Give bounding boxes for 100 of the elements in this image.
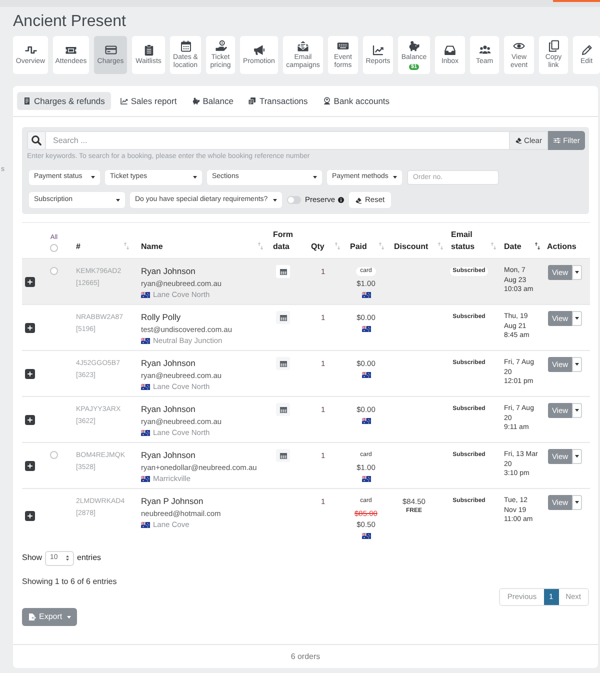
line-chart-icon	[120, 97, 128, 105]
column-header[interactable]: Name	[141, 240, 163, 252]
caret-icon	[575, 501, 579, 504]
column-header[interactable]: Qty	[311, 240, 324, 252]
pencil-icon	[580, 44, 592, 56]
updown-arrows-icon	[66, 555, 70, 561]
flag-icon	[362, 326, 370, 332]
flag-icon	[362, 292, 370, 298]
caret-icon	[313, 176, 317, 179]
select-all-radio[interactable]	[50, 244, 58, 252]
column-header[interactable]: Discount	[394, 240, 428, 252]
form-data-button[interactable]	[276, 357, 290, 370]
expand-button[interactable]	[25, 276, 35, 286]
form-data-button[interactable]	[276, 403, 290, 416]
table-icon	[280, 268, 286, 274]
envelope-icon	[297, 40, 309, 52]
megaphone-icon	[253, 44, 265, 56]
caret-icon	[116, 198, 120, 202]
column-header: Form data	[273, 229, 294, 252]
expand-button[interactable]	[25, 510, 35, 520]
form-data-button[interactable]	[276, 449, 290, 462]
expand-button[interactable]	[25, 414, 35, 424]
credit-card-icon	[104, 44, 116, 56]
toggle-switch[interactable]	[287, 196, 301, 204]
tab[interactable]: Charges & refunds	[17, 92, 111, 110]
expand-button[interactable]	[25, 322, 35, 332]
dropdown-toggle[interactable]	[572, 449, 582, 464]
eraser-icon	[515, 137, 522, 144]
attendee-name: Ryan Johnson	[141, 266, 196, 278]
page-title: Ancient Present	[13, 12, 126, 32]
plus-icon	[27, 370, 33, 376]
plus-icon	[27, 462, 33, 468]
export-button[interactable]: Export	[22, 608, 77, 626]
caret-icon	[91, 176, 95, 179]
sliders-icon	[553, 137, 562, 144]
flag-icon	[362, 372, 370, 378]
tab[interactable]: Balance	[186, 92, 240, 110]
caret-icon	[67, 616, 72, 618]
entries-label: entries	[77, 552, 102, 564]
sort-icon[interactable]	[535, 242, 540, 250]
flag-icon	[362, 533, 370, 540]
column-header[interactable]: Email status	[451, 229, 489, 252]
caret-icon	[575, 409, 579, 412]
caret-icon	[193, 176, 197, 179]
dropdown-toggle[interactable]	[572, 495, 582, 510]
flag-icon	[141, 338, 150, 344]
plus-icon	[27, 416, 33, 422]
dropdown-toggle[interactable]	[572, 357, 582, 372]
search-icon	[27, 131, 46, 150]
copy-icon	[548, 40, 560, 52]
attendee-name: Ryan P Johnson	[141, 496, 204, 508]
ticket-icon	[65, 44, 77, 56]
radio-button[interactable]	[50, 451, 58, 459]
eye-icon	[513, 40, 525, 52]
user-icon	[322, 97, 331, 105]
table-icon	[280, 406, 286, 412]
tab[interactable]: Transactions	[242, 92, 314, 110]
flag-icon	[141, 476, 150, 482]
calendar-icon	[180, 40, 192, 52]
tab[interactable]: Sales report	[114, 92, 183, 110]
dropdown-toggle[interactable]	[572, 311, 582, 326]
info-icon	[338, 197, 344, 203]
dropdown-toggle[interactable]	[572, 265, 582, 280]
caret-icon	[575, 317, 579, 320]
attendee-name: Ryan Johnson	[141, 404, 196, 416]
expand-button[interactable]	[25, 460, 35, 470]
tab[interactable]: Bank accounts	[316, 92, 396, 110]
attendee-name: Rolly Polly	[141, 312, 181, 324]
hand-coin-icon	[214, 40, 226, 52]
show-label: Show	[22, 552, 42, 564]
dropdown-toggle[interactable]	[572, 403, 582, 418]
plus-icon	[27, 324, 33, 330]
column-header[interactable]: #	[76, 240, 80, 252]
eraser-icon	[355, 196, 362, 204]
table-icon	[280, 452, 286, 458]
flag-icon	[362, 476, 370, 482]
form-data-button[interactable]	[276, 311, 290, 324]
pulse-icon	[24, 44, 36, 56]
users-icon	[478, 44, 490, 56]
expand-button[interactable]	[25, 368, 35, 378]
plus-icon	[27, 278, 33, 284]
caret-icon	[393, 176, 397, 179]
flag-icon	[141, 430, 150, 436]
table-info: Showing 1 to 6 of 6 entries	[22, 577, 117, 587]
flag-icon	[141, 292, 150, 298]
piggy-bank-icon	[408, 40, 420, 52]
radio-button[interactable]	[50, 267, 58, 275]
inbox-icon	[444, 44, 456, 56]
keyboard-icon	[337, 40, 349, 52]
clipboard-icon	[142, 44, 154, 56]
caret-icon	[575, 363, 579, 366]
attendee-name: Ryan Johnson	[141, 450, 196, 462]
column-header[interactable]: Paid	[350, 240, 367, 252]
order-count: 6 orders	[290, 650, 320, 662]
column-header[interactable]: Date	[504, 240, 522, 252]
column-header: Actions	[547, 240, 576, 252]
form-data-button[interactable]	[276, 265, 290, 278]
document-icon	[23, 97, 31, 105]
caret-icon	[575, 455, 579, 458]
search-field[interactable]: Search ...	[46, 131, 509, 150]
